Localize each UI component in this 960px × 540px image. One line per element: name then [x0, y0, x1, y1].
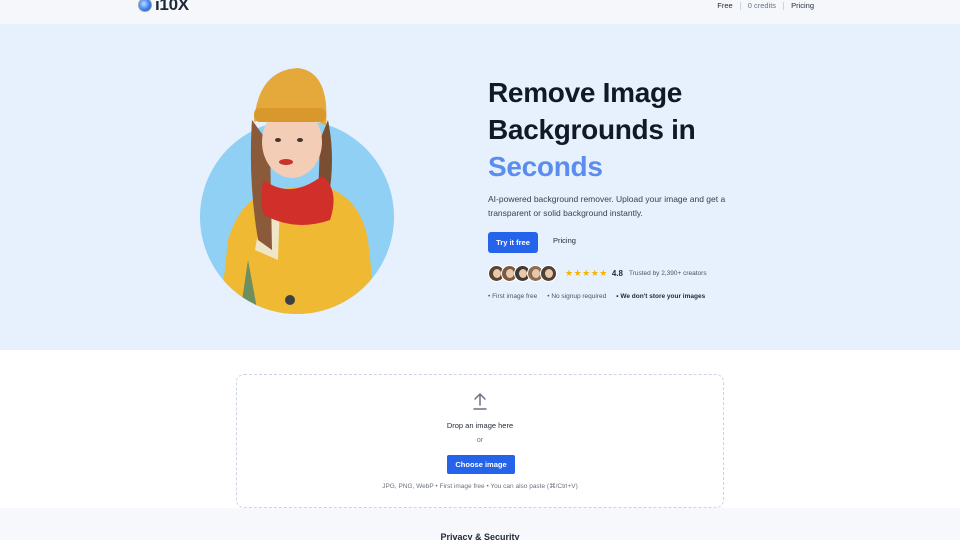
formats-hint: JPG, PNG, WebP • First image free • You … [382, 483, 578, 490]
feature-item: • No signup required [547, 293, 607, 300]
or-text: or [476, 437, 484, 444]
hero-title-line2: Backgrounds in [488, 114, 696, 145]
brand-logo[interactable]: i10X [138, 0, 189, 14]
rating-stars-icon: ★★★★★ [565, 268, 608, 278]
social-proof: ★★★★★ 4.8 Trusted by 2,390+ creators [488, 265, 707, 282]
trusted-text: Trusted by 2,390+ creators [628, 270, 707, 277]
hero-title-accent: Seconds [488, 151, 603, 182]
feature-item: • We don't store your images [616, 293, 706, 300]
upload-dropzone[interactable]: Drop an image here or Choose image JPG, … [236, 374, 724, 508]
hero-title: Remove Image Backgrounds in Seconds [488, 74, 788, 185]
nav-divider [739, 1, 741, 10]
feature-list: • First image free • No signup required … [488, 293, 705, 300]
portrait-illustration [220, 68, 376, 314]
rating-value: 4.8 [611, 269, 623, 278]
avatar [540, 265, 557, 282]
top-nav: Free 0 credits Pricing [717, 1, 814, 10]
pricing-link[interactable]: Pricing [553, 236, 576, 245]
privacy-title: Privacy & Security [440, 532, 520, 540]
avatar-group [488, 265, 557, 282]
nav-divider [783, 1, 785, 10]
hero-portrait-image [200, 68, 394, 314]
nav-credits: 0 credits [747, 1, 777, 10]
nav-free[interactable]: Free [717, 1, 732, 10]
choose-image-button[interactable]: Choose image [447, 455, 515, 474]
top-bar: i10X Free 0 credits Pricing [0, 0, 960, 24]
brand-name: i10X [155, 0, 189, 14]
hero-title-line1: Remove Image [488, 77, 683, 108]
privacy-section: Privacy & Security [0, 508, 960, 540]
hero-section: Remove Image Backgrounds in Seconds AI-p… [0, 24, 960, 350]
feature-item: • First image free [488, 293, 538, 300]
hero-description: AI-powered background remover. Upload yo… [488, 194, 726, 218]
logo-icon [138, 0, 152, 12]
try-it-free-button[interactable]: Try it free [488, 232, 538, 253]
upload-icon [473, 393, 487, 410]
nav-pricing[interactable]: Pricing [791, 1, 814, 10]
drop-text: Drop an image here [446, 421, 514, 430]
